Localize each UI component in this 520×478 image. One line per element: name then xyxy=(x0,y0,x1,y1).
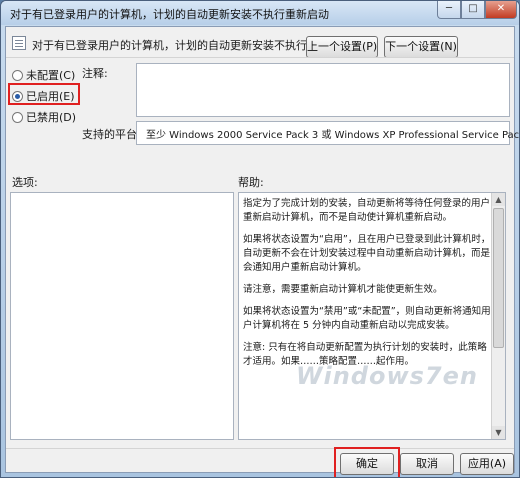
policy-name: 对于有已登录用户的计算机，计划的自动更新安装不执行重新启动 xyxy=(32,39,351,52)
help-text: 指定为了完成计划的安装，自动更新将等待任何登录的用户重新启动计算机，而不是自动使… xyxy=(243,197,491,377)
footer-divider xyxy=(6,448,514,449)
help-panel[interactable]: 指定为了完成计划的安装，自动更新将等待任何登录的用户重新启动计算机，而不是自动使… xyxy=(238,192,506,440)
help-label: 帮助: xyxy=(238,176,264,189)
apply-button[interactable]: 应用(A) xyxy=(460,453,514,475)
window-title: 对于有已登录用户的计算机，计划的自动更新安装不执行重新启动 xyxy=(10,8,329,21)
supported-on-label: 支持的平台: xyxy=(82,128,141,141)
cancel-button[interactable]: 取消 xyxy=(400,453,454,475)
policy-header: 对于有已登录用户的计算机，计划的自动更新安装不执行重新启动 上一个设置(P) 下… xyxy=(10,33,510,58)
maximize-icon: □ xyxy=(468,3,478,14)
watermark-logo: Windows7en xyxy=(296,362,478,390)
help-paragraph: 指定为了完成计划的安装，自动更新将等待任何登录的用户重新启动计算机，而不是自动使… xyxy=(243,198,491,223)
title-bar[interactable]: 对于有已登录用户的计算机，计划的自动更新安装不执行重新启动 ─ □ ✕ xyxy=(1,1,519,25)
supported-on-value: 至少 Windows 2000 Service Pack 3 或 Windows… xyxy=(146,130,520,141)
radio-not-configured[interactable]: 未配置(C) xyxy=(12,67,75,83)
close-button[interactable]: ✕ xyxy=(485,1,517,19)
comment-textarea[interactable] xyxy=(136,63,510,117)
radio-circle[interactable] xyxy=(12,111,23,123)
radio-disabled[interactable]: 已禁用(D) xyxy=(12,109,76,125)
scroll-down-icon[interactable]: ▼ xyxy=(492,426,505,439)
dialog-body: 对于有已登录用户的计算机，计划的自动更新安装不执行重新启动 上一个设置(P) 下… xyxy=(5,26,519,477)
header-divider xyxy=(6,57,514,58)
radio-circle[interactable] xyxy=(12,69,23,81)
help-scrollbar[interactable]: ▲ ▼ xyxy=(491,193,505,439)
policy-dialog-window: 对于有已登录用户的计算机，计划的自动更新安装不执行重新启动 ─ □ ✕ 对于有已… xyxy=(0,0,520,478)
help-paragraph: 请注意，需要重新启动计算机才能使更新生效。 xyxy=(243,284,443,295)
policy-setting-icon xyxy=(12,36,26,50)
options-label: 选项: xyxy=(12,176,38,189)
radio-label: 已禁用(D) xyxy=(26,111,77,124)
help-paragraph: 如果将状态设置为“启用”，且在用户已登录到此计算机时，自动更新不会在计划安装过程… xyxy=(243,234,491,273)
next-setting-button[interactable]: 下一个设置(N) xyxy=(384,36,458,58)
comment-label: 注释: xyxy=(82,67,108,80)
previous-setting-button[interactable]: 上一个设置(P) xyxy=(306,36,378,58)
minimize-icon: ─ xyxy=(445,3,453,14)
maximize-button[interactable]: □ xyxy=(461,1,485,19)
ok-highlight-box xyxy=(334,447,400,477)
help-paragraph: 如果将状态设置为“禁用”或“未配置”，则自动更新将通知用户计算机将在 5 分钟内… xyxy=(243,306,491,331)
close-icon: ✕ xyxy=(496,3,506,14)
options-panel xyxy=(10,192,234,440)
radio-label: 未配置(C) xyxy=(26,69,76,82)
scroll-thumb[interactable] xyxy=(493,208,504,348)
enabled-highlight-box xyxy=(8,83,80,105)
scroll-up-icon[interactable]: ▲ xyxy=(492,193,505,206)
minimize-button[interactable]: ─ xyxy=(437,1,461,19)
